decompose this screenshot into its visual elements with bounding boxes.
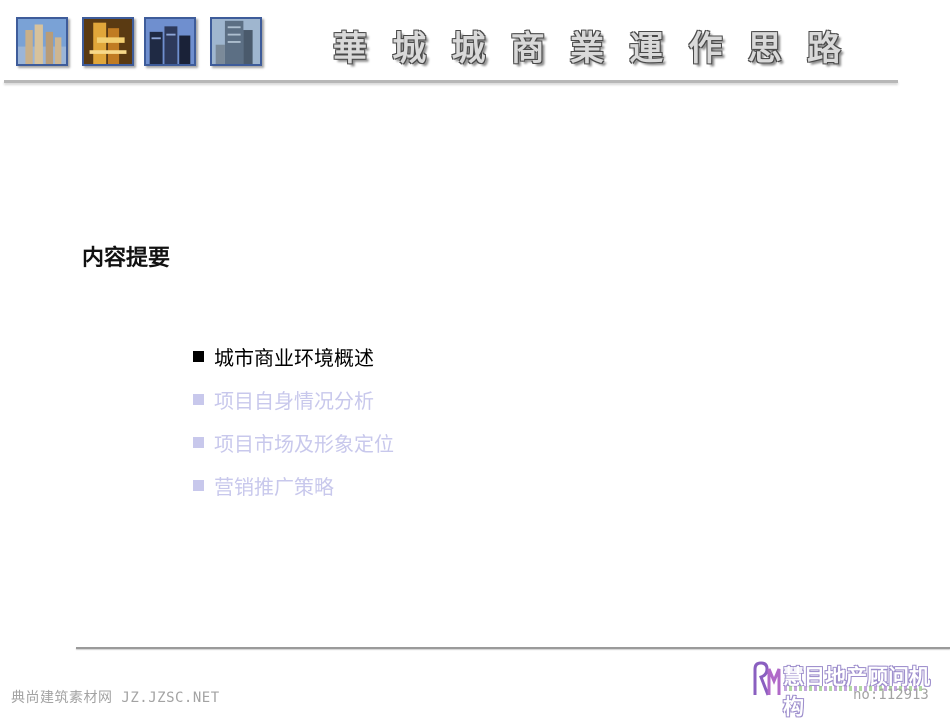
square-bullet-icon — [193, 394, 204, 405]
footer-divider — [76, 647, 950, 649]
building-photo-3 — [144, 17, 196, 66]
title-char: 城 — [451, 28, 486, 69]
square-bullet-icon — [193, 351, 204, 362]
slide: 華 城 城 商 業 運 作 思 路 内容提要 城市商业环境概述 项目自身情况分析… — [0, 0, 950, 719]
building-photo-4 — [210, 17, 262, 66]
toc-item: 项目自身情况分析 — [193, 378, 394, 421]
toc-item: 营销推广策略 — [193, 464, 394, 507]
title-char: 思 — [747, 28, 782, 69]
title-char: 作 — [688, 28, 723, 69]
title-char: 業 — [570, 28, 604, 69]
toc-item: 城市商业环境概述 — [193, 335, 394, 378]
toc-item-label: 城市商业环境概述 — [214, 346, 374, 370]
title-char: 城 — [392, 28, 427, 69]
header-divider — [4, 80, 898, 83]
square-bullet-icon — [193, 480, 204, 491]
slide-title: 華 城 城 商 業 運 作 思 路 — [333, 22, 841, 69]
toc-item: 项目市场及形象定位 — [193, 421, 394, 464]
building-photo-2 — [82, 17, 134, 66]
title-char: 路 — [807, 28, 841, 69]
title-char: 運 — [629, 28, 664, 69]
square-bullet-icon — [193, 437, 204, 448]
company-logo-icon — [753, 661, 781, 696]
section-heading: 内容提要 — [82, 246, 171, 271]
toc-item-label: 项目自身情况分析 — [214, 389, 374, 413]
toc-list: 城市商业环境概述 项目自身情况分析 项目市场及形象定位 营销推广策略 — [193, 335, 394, 507]
watermark: 典尚建筑素材网 JZ.JZSC.NET — [11, 690, 220, 706]
page-number: no:112913 — [853, 687, 929, 703]
toc-item-label: 营销推广策略 — [214, 475, 334, 499]
title-char: 華 — [333, 28, 367, 69]
title-char: 商 — [510, 28, 545, 69]
toc-item-label: 项目市场及形象定位 — [214, 432, 394, 456]
building-photo-1 — [16, 17, 68, 66]
